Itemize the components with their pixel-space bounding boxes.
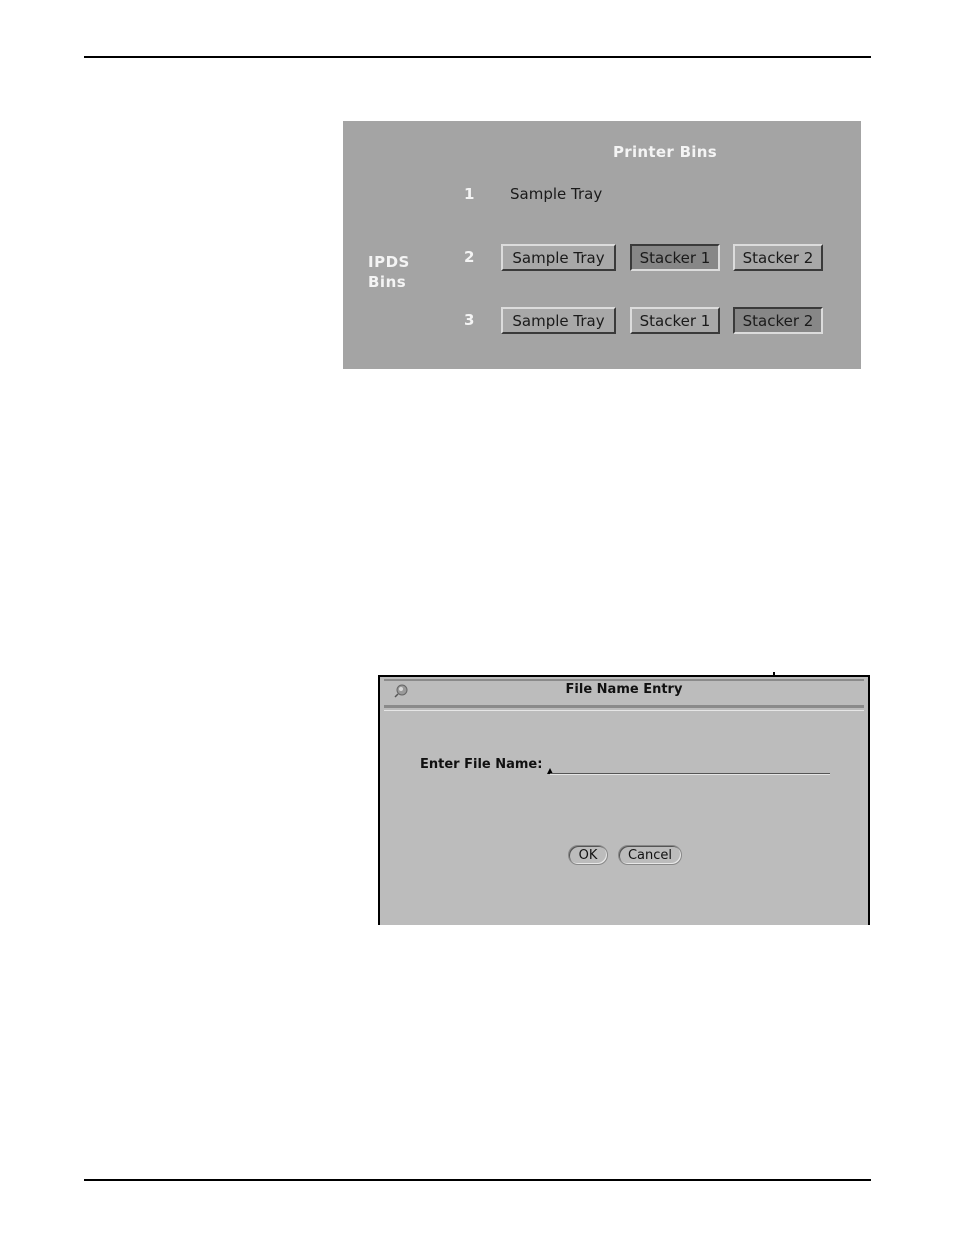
dialog-title: File Name Entry [565, 682, 683, 697]
row2-stacker2-button[interactable]: Stacker 2 [733, 244, 823, 271]
footer-rule [84, 1179, 871, 1181]
row-number: 1 [464, 185, 475, 203]
row-number: 3 [464, 311, 475, 329]
row3-stacker1-button[interactable]: Stacker 1 [630, 307, 720, 334]
file-name-field[interactable] [547, 762, 830, 775]
row3-stacker2-button[interactable]: Stacker 2 [733, 307, 823, 334]
cancel-button[interactable]: Cancel [618, 845, 682, 865]
file-name-label: Enter File Name: [420, 757, 543, 772]
row2-stacker1-button[interactable]: Stacker 1 [630, 244, 720, 271]
ipds-bins-label: IPDS Bins [368, 253, 410, 291]
panel-title: Printer Bins [613, 143, 717, 161]
header-rule [84, 56, 871, 58]
row1-static-label: Sample Tray [510, 185, 603, 203]
ok-button[interactable]: OK [568, 845, 608, 865]
file-name-entry-dialog: File Name Entry Enter File Name: OK Canc… [378, 675, 870, 925]
row2-sample-tray-button[interactable]: Sample Tray [501, 244, 616, 271]
printer-bins-panel: Printer Bins IPDS Bins 1 Sample Tray 2 S… [343, 121, 861, 369]
dialog-header[interactable]: File Name Entry [384, 679, 864, 711]
row3-sample-tray-button[interactable]: Sample Tray [501, 307, 616, 334]
row-number: 2 [464, 248, 475, 266]
field-underline [550, 773, 830, 775]
